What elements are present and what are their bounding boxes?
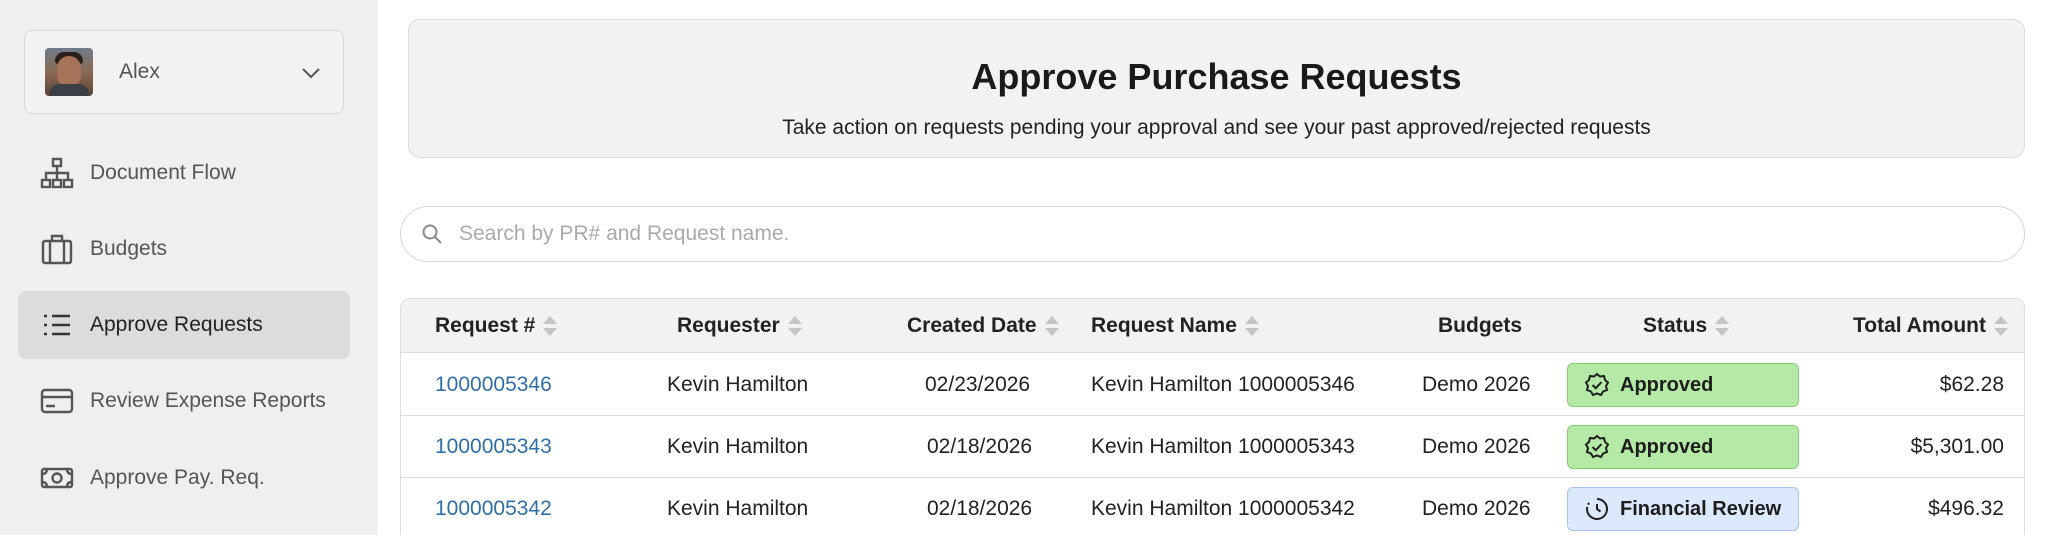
- user-menu[interactable]: Alex: [24, 30, 344, 114]
- created-date-cell: 02/18/2026: [927, 497, 1033, 520]
- budgets-cell: Demo 2026: [1422, 497, 1531, 520]
- column-budgets: Budgets: [1438, 314, 1522, 337]
- requester-cell: Kevin Hamilton: [667, 435, 809, 458]
- sidebar-item-label: Review Expense Reports: [90, 389, 326, 412]
- sidebar: Alex Document Flow Budgets Approve Reque…: [0, 0, 378, 535]
- page-title: Approve Purchase Requests: [971, 56, 1462, 97]
- created-date-cell: 02/23/2026: [925, 373, 1031, 396]
- request-name-cell: Kevin Hamilton 1000005342: [1091, 497, 1355, 520]
- requests-table: Request # Requester Created Date Request…: [400, 298, 2025, 535]
- sidebar-item-document-flow[interactable]: Document Flow: [18, 139, 350, 207]
- request-name-cell: Kevin Hamilton 1000005343: [1091, 435, 1355, 458]
- clock-progress-icon: [1586, 498, 1608, 520]
- credit-card-icon: [40, 384, 74, 418]
- created-date-cell: 02/18/2026: [927, 435, 1033, 458]
- list-icon: [40, 308, 74, 342]
- user-name: Alex: [119, 60, 160, 83]
- column-created-date[interactable]: Created Date: [907, 299, 1059, 353]
- search-icon: [422, 224, 442, 244]
- badge-check-icon: [1584, 372, 1610, 397]
- column-request-name[interactable]: Request Name: [1091, 299, 1259, 353]
- sort-icon: [1244, 315, 1259, 337]
- sidebar-item-review-expense-reports[interactable]: Review Expense Reports: [18, 367, 350, 435]
- table-header: Request # Requester Created Date Request…: [401, 299, 2024, 353]
- sidebar-item-approve-requests[interactable]: Approve Requests: [18, 291, 350, 359]
- search-bar[interactable]: [400, 206, 2025, 262]
- page-subtitle: Take action on requests pending your app…: [782, 116, 1651, 139]
- column-request-number[interactable]: Request #: [435, 299, 558, 353]
- sort-icon: [787, 315, 802, 337]
- column-total-amount[interactable]: Total Amount: [1853, 299, 2008, 353]
- budgets-cell: Demo 2026: [1422, 373, 1531, 396]
- sidebar-item-label: Approve Requests: [90, 313, 263, 336]
- request-number-link[interactable]: 1000005342: [435, 478, 552, 535]
- requester-cell: Kevin Hamilton: [667, 497, 809, 520]
- table-row[interactable]: 1000005346 Kevin Hamilton 02/23/2026 Kev…: [401, 354, 2024, 416]
- briefcase-icon: [40, 232, 74, 266]
- sidebar-item-label: Approve Pay. Req.: [90, 466, 265, 489]
- column-status[interactable]: Status: [1643, 299, 1730, 353]
- table-row[interactable]: 1000005342 Kevin Hamilton 02/18/2026 Kev…: [401, 478, 2024, 535]
- total-amount-cell: $5,301.00: [1910, 435, 2004, 458]
- status-badge: Approved: [1567, 425, 1799, 469]
- column-requester[interactable]: Requester: [677, 299, 802, 353]
- requester-cell: Kevin Hamilton: [667, 373, 809, 396]
- request-number-link[interactable]: 1000005343: [435, 416, 552, 478]
- org-chart-icon: [40, 156, 74, 190]
- budgets-cell: Demo 2026: [1422, 435, 1531, 458]
- sort-icon: [1993, 315, 2008, 337]
- status-badge: Financial Review: [1567, 487, 1799, 531]
- sidebar-item-label: Budgets: [90, 237, 168, 260]
- sidebar-item-budgets[interactable]: Budgets: [18, 215, 350, 283]
- total-amount-cell: $496.32: [1928, 497, 2004, 520]
- table-row[interactable]: 1000005343 Kevin Hamilton 02/18/2026 Kev…: [401, 416, 2024, 478]
- sort-icon: [1044, 315, 1059, 337]
- chevron-down-icon: [302, 68, 320, 79]
- request-number-link[interactable]: 1000005346: [435, 354, 552, 416]
- sidebar-item-label: Document Flow: [90, 161, 236, 184]
- sort-icon: [1715, 315, 1730, 337]
- status-badge: Approved: [1567, 363, 1799, 407]
- search-input[interactable]: [459, 222, 1959, 246]
- total-amount-cell: $62.28: [1939, 373, 2004, 396]
- badge-check-icon: [1584, 434, 1610, 459]
- sort-icon: [543, 315, 558, 337]
- avatar: [45, 48, 93, 96]
- sidebar-item-approve-pay-req[interactable]: Approve Pay. Req.: [18, 444, 350, 512]
- request-name-cell: Kevin Hamilton 1000005346: [1091, 373, 1355, 396]
- page-header: Approve Purchase Requests Take action on…: [408, 19, 2025, 158]
- money-icon: [40, 461, 74, 495]
